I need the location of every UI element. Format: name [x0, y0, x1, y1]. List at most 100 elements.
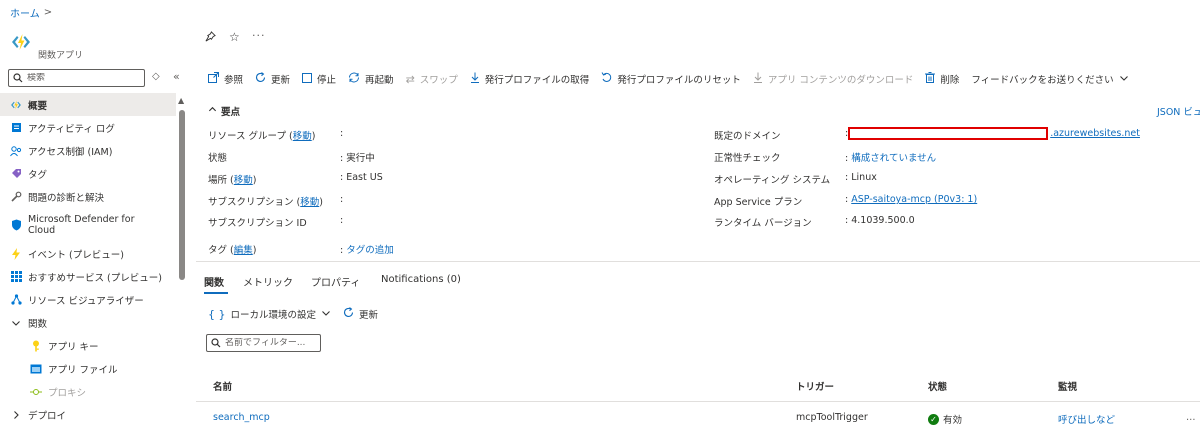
stop-icon	[302, 72, 313, 86]
browse-icon	[208, 72, 219, 86]
function-filter[interactable]	[206, 334, 321, 352]
sidebar-item-label: デプロイ	[28, 410, 67, 422]
restart-button[interactable]: 再起動	[348, 72, 394, 86]
sidebar-group-deploy[interactable]: デプロイ	[0, 403, 176, 426]
sidebar-item-label: アプリ ファイル	[48, 364, 118, 376]
chevron-up-icon	[208, 105, 217, 117]
refresh-icon	[255, 72, 266, 86]
breadcrumb-home[interactable]: ホーム	[10, 5, 40, 20]
column-header-name[interactable]: 名前	[213, 379, 232, 393]
tab-functions[interactable]: 関数	[204, 274, 224, 289]
function-app-logo-icon	[12, 34, 30, 50]
tab-metrics[interactable]: メトリック	[243, 274, 293, 289]
sidebar-item-iam[interactable]: アクセス制御 (IAM)	[0, 139, 176, 162]
tab-properties[interactable]: プロパティ	[311, 274, 360, 289]
sidebar-scrollbar[interactable]: ▲	[178, 96, 186, 429]
sidebar-item-defender[interactable]: Microsoft Defender for Cloud	[0, 208, 176, 242]
sidebar-item-label: 問題の診断と解決	[28, 192, 105, 204]
location-move-link[interactable]: 移動	[234, 175, 253, 186]
add-tags-link[interactable]: タグの追加	[346, 245, 394, 256]
sidebar-search[interactable]	[8, 69, 145, 87]
sidebar-search-input[interactable]	[27, 73, 137, 83]
sidebar-item-app-keys[interactable]: アプリ キー	[0, 334, 176, 357]
column-header-trigger[interactable]: トリガー	[796, 379, 834, 393]
sidebar-item-overview[interactable]: 概要	[0, 93, 176, 116]
subscription-id-value: :	[340, 215, 344, 226]
shield-icon	[10, 219, 22, 231]
sidebar-item-label: イベント (プレビュー)	[28, 249, 124, 261]
resource-group-move-link[interactable]: 移動	[293, 131, 312, 142]
sidebar-item-tags[interactable]: タグ	[0, 162, 176, 185]
json-view-link[interactable]: JSON ビュ	[1157, 104, 1200, 118]
subscription-label: サブスクリプション (移動)	[208, 197, 323, 208]
stop-button[interactable]: 停止	[302, 72, 336, 86]
sidebar-item-recommended[interactable]: おすすめサービス (プレビュー)	[0, 265, 176, 288]
download-icon	[753, 72, 763, 86]
download-content-button[interactable]: アプリ コンテンツのダウンロード	[753, 72, 913, 86]
resource-type: 関数アプリ	[38, 51, 84, 61]
reset-publish-profile-button[interactable]: 発行プロファイルのリセット	[601, 72, 741, 86]
table-header-divider	[196, 401, 1200, 402]
scroll-up-icon[interactable]: ▲	[178, 96, 184, 105]
tags-label: タグ (編集)	[208, 245, 257, 256]
sidebar-item-diagnose[interactable]: 問題の診断と解決	[0, 185, 176, 208]
delete-button[interactable]: 削除	[925, 72, 959, 86]
functions-refresh-button[interactable]: 更新	[343, 307, 378, 321]
plan-value: : ASP-saitoya-mcp (P0v3: 1)	[845, 194, 978, 205]
feedback-button[interactable]: フィードバックをお送りください	[971, 72, 1128, 86]
function-monitor-link[interactable]: 呼び出しなど	[1058, 412, 1115, 426]
sidebar-item-label: Microsoft Defender for Cloud	[28, 214, 135, 236]
pin-icon[interactable]	[205, 31, 216, 45]
browse-button[interactable]: 参照	[208, 72, 243, 86]
column-header-monitor[interactable]: 監視	[1058, 379, 1077, 393]
get-publish-profile-button[interactable]: 発行プロファイルの取得	[470, 72, 589, 86]
active-tab-indicator	[204, 292, 228, 294]
function-trigger: mcpToolTrigger	[796, 412, 868, 423]
search-icon	[211, 338, 221, 348]
sidebar-group-functions[interactable]: 関数	[0, 311, 176, 334]
status-value: : 実行中	[340, 153, 375, 164]
default-domain-link[interactable]: .azurewebsites.net	[1050, 128, 1140, 139]
health-check-link[interactable]: 構成されていません	[851, 153, 936, 164]
sidebar-item-label: おすすめサービス (プレビュー)	[28, 272, 162, 284]
default-domain-value: : .azurewebsites.net	[845, 127, 1140, 140]
local-env-settings-button[interactable]: { } ローカル環境の設定	[208, 307, 331, 321]
function-status: ✓ 有効	[928, 412, 962, 426]
chevron-down-icon	[10, 317, 22, 329]
tab-notifications[interactable]: Notifications (0)	[381, 274, 461, 285]
location-value: : East US	[340, 172, 383, 183]
favorite-star-icon[interactable]: ☆	[229, 30, 240, 44]
sidebar-item-visualizer[interactable]: リソース ビジュアライザー	[0, 288, 176, 311]
function-filter-input[interactable]	[225, 338, 315, 348]
function-name-link[interactable]: search_mcp	[213, 412, 270, 423]
braces-icon: { }	[208, 307, 226, 321]
reset-icon	[601, 72, 612, 86]
restart-icon	[348, 72, 360, 86]
scroll-thumb[interactable]	[179, 110, 185, 280]
visualizer-icon	[10, 294, 22, 306]
subscription-move-link[interactable]: 移動	[300, 197, 319, 208]
proxy-icon	[30, 386, 42, 398]
tags-edit-link[interactable]: 編集	[234, 245, 253, 256]
sidebar-item-app-files[interactable]: アプリ ファイル	[0, 357, 176, 380]
refresh-button[interactable]: 更新	[255, 72, 290, 86]
sidebar-item-events[interactable]: イベント (プレビュー)	[0, 242, 176, 265]
sidebar-item-proxies[interactable]: プロキシ	[0, 380, 176, 403]
health-check-label: 正常性チェック	[714, 153, 781, 164]
column-header-status[interactable]: 状態	[928, 379, 947, 393]
sidebar-item-activity-log[interactable]: アクティビティ ログ	[0, 116, 176, 139]
chevron-down-icon	[1119, 73, 1129, 86]
sidebar-item-label: アクセス制御 (IAM)	[28, 146, 113, 158]
collapse-sidebar-icon[interactable]: «	[173, 70, 180, 83]
iam-icon	[10, 145, 22, 157]
swap-button[interactable]: ⇄ スワップ	[406, 72, 458, 87]
runtime-value: : 4.1039.500.0	[845, 215, 915, 226]
essentials-toggle[interactable]: 要点	[208, 104, 240, 118]
row-more-icon[interactable]: …	[1186, 412, 1196, 423]
key-icon	[30, 340, 42, 352]
more-icon[interactable]: ···	[252, 29, 266, 42]
sidebar-item-label: アプリ キー	[48, 341, 99, 353]
sidebar-item-label: アクティビティ ログ	[28, 123, 115, 135]
filter-icon[interactable]: ◇	[152, 71, 160, 82]
plan-link[interactable]: ASP-saitoya-mcp (P0v3: 1)	[851, 194, 977, 205]
